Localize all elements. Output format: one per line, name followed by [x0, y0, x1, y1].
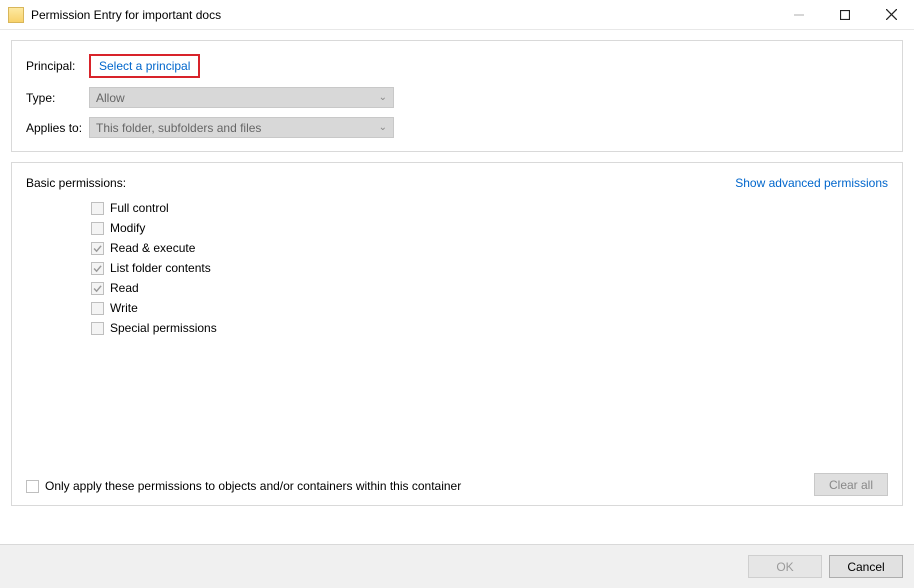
permission-label: Full control	[110, 201, 169, 215]
permission-item: List folder contents	[91, 258, 888, 278]
applies-value: This folder, subfolders and files	[96, 121, 261, 135]
only-apply-row: Only apply these permissions to objects …	[26, 479, 461, 493]
principal-row: Principal: Select a principal	[26, 54, 888, 78]
principal-label: Principal:	[26, 59, 89, 73]
permission-item: Special permissions	[91, 318, 888, 338]
ok-button[interactable]: OK	[748, 555, 822, 578]
permissions-list: Full control Modify Read & execute List fol…	[26, 198, 888, 338]
permission-label: Modify	[110, 221, 145, 235]
titlebar-buttons	[776, 0, 914, 30]
principal-panel: Principal: Select a principal Type: Allo…	[11, 40, 903, 152]
type-value: Allow	[96, 91, 125, 105]
permission-checkbox[interactable]	[91, 222, 104, 235]
select-principal-link[interactable]: Select a principal	[89, 54, 200, 78]
permission-item: Read & execute	[91, 238, 888, 258]
minimize-icon	[794, 10, 804, 20]
close-button[interactable]	[868, 0, 914, 30]
type-label: Type:	[26, 91, 89, 105]
permissions-header: Basic permissions: Show advanced permiss…	[26, 176, 888, 190]
permission-item: Modify	[91, 218, 888, 238]
permission-label: Read	[110, 281, 139, 295]
maximize-icon	[840, 10, 850, 20]
permission-item: Read	[91, 278, 888, 298]
type-row: Type: Allow ⌄	[26, 87, 888, 108]
close-icon	[886, 9, 897, 20]
applies-label: Applies to:	[26, 121, 89, 135]
only-apply-checkbox[interactable]	[26, 480, 39, 493]
minimize-button[interactable]	[776, 0, 822, 30]
permission-item: Write	[91, 298, 888, 318]
chevron-down-icon: ⌄	[379, 122, 387, 133]
titlebar: Permission Entry for important docs	[0, 0, 914, 30]
only-apply-label: Only apply these permissions to objects …	[45, 479, 461, 493]
permission-label: Special permissions	[110, 321, 217, 335]
permission-label: Read & execute	[110, 241, 195, 255]
type-select[interactable]: Allow ⌄	[89, 87, 394, 108]
permission-checkbox[interactable]	[91, 322, 104, 335]
permissions-title: Basic permissions:	[26, 176, 126, 190]
clear-all-button[interactable]: Clear all	[814, 473, 888, 496]
cancel-button[interactable]: Cancel	[829, 555, 903, 578]
permission-checkbox[interactable]	[91, 242, 104, 255]
chevron-down-icon: ⌄	[379, 92, 387, 103]
permission-label: Write	[110, 301, 138, 315]
window-title: Permission Entry for important docs	[31, 8, 776, 22]
permission-checkbox[interactable]	[91, 202, 104, 215]
permission-checkbox[interactable]	[91, 262, 104, 275]
permission-item: Full control	[91, 198, 888, 218]
applies-row: Applies to: This folder, subfolders and …	[26, 117, 888, 138]
footer: OK Cancel	[0, 544, 914, 588]
permission-checkbox[interactable]	[91, 302, 104, 315]
permissions-panel: Basic permissions: Show advanced permiss…	[11, 162, 903, 506]
folder-icon	[8, 7, 24, 23]
permission-label: List folder contents	[110, 261, 211, 275]
show-advanced-link[interactable]: Show advanced permissions	[735, 176, 888, 190]
content-area: Principal: Select a principal Type: Allo…	[0, 30, 914, 506]
maximize-button[interactable]	[822, 0, 868, 30]
applies-select[interactable]: This folder, subfolders and files ⌄	[89, 117, 394, 138]
permission-checkbox[interactable]	[91, 282, 104, 295]
